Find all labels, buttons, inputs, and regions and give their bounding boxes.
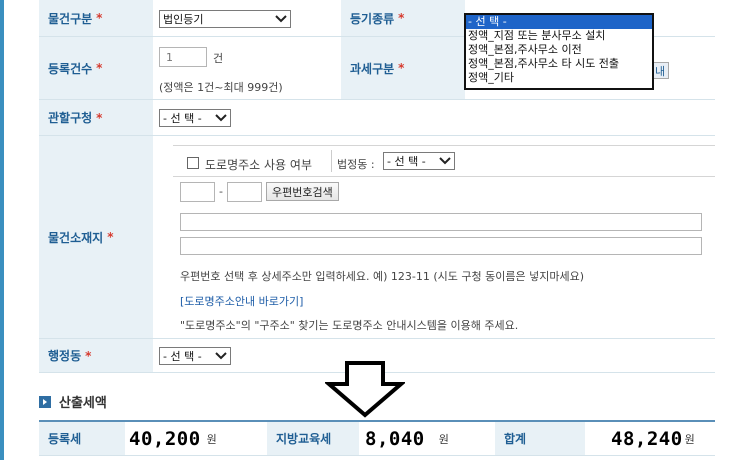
count-unit: 건 [213, 52, 224, 65]
total-value: 48,240 원 [611, 427, 695, 450]
checkbox-divider [331, 150, 332, 172]
registration-type-option[interactable]: - 선 택 - [466, 15, 652, 29]
admin-dong-select[interactable]: - 선 택 - [159, 347, 231, 365]
jurisdiction-select[interactable]: - 선 택 - [159, 109, 231, 127]
tax-result-row: 등록세 40,200 원 지방교육세 8,040 원 합계 48,240 원 [39, 420, 715, 456]
zip-search-button[interactable]: 우편번호검색 [266, 182, 339, 201]
registration-type-option[interactable]: 정액_본점,주사무소 이전 [466, 43, 652, 57]
label-jurisdiction: 관할구청 * [39, 100, 153, 135]
label-property-type: 물건구분 * [39, 0, 153, 36]
label-registration-tax: 등록세 [39, 422, 125, 455]
count-hint: (정액은 1건~최대 999건) [159, 81, 283, 94]
label-admin-dong: 행정동 * [39, 339, 153, 372]
tax-calculator-page: 물건구분 * 법인등기 등기종류 * 등록건수 * 1 건 (정액은 1건~최대 99… [0, 0, 740, 460]
zip-code-second-input[interactable] [227, 182, 262, 202]
road-address-checkbox-label: 도로명주소 사용 여부 [205, 158, 312, 172]
registration-type-dropdown[interactable]: - 선 택 - 정액_지점 또는 분사무소 설치 정액_본점,주사무소 이전 정… [464, 13, 654, 90]
row-jurisdiction: 관할구청 * - 선 택 - [39, 100, 715, 136]
road-address-checkbox[interactable] [187, 157, 199, 169]
label-education-tax: 지방교육세 [267, 422, 359, 455]
zip-dash: - [219, 185, 223, 198]
chevron-down-icon [214, 111, 228, 125]
road-address-note: "도로명주소"의 "구주소" 찾기는 도로명주소 안내시스템을 이용해 주세요. [180, 319, 519, 332]
legal-dong-label: 법정동 : [337, 158, 375, 171]
chevron-down-icon [438, 154, 452, 168]
arrow-right-icon [39, 395, 51, 408]
address-line2-input[interactable] [180, 237, 702, 255]
legal-dong-select[interactable]: - 선 택 - [383, 152, 455, 170]
registration-type-option[interactable]: 정액_지점 또는 분사무소 설치 [466, 29, 652, 43]
label-total: 합계 [495, 422, 585, 455]
address-help-text: 우편번호 선택 후 상세주소만 입력하세요. 예) 123-11 (시도 구청 … [180, 270, 585, 283]
chevron-down-icon [214, 349, 228, 363]
row-location: 물건소재지 * 도로명주소 사용 여부 법정동 : - 선 택 - - 우편번호검… [39, 136, 715, 339]
education-tax-value: 8,040 원 [365, 427, 449, 450]
label-tax-type: 과세구분 * [341, 37, 465, 99]
calc-result-section-title: 산출세액 [39, 392, 107, 411]
road-address-guide-link[interactable]: [도로명주소안내 바로가기] [180, 293, 303, 309]
label-registration-count: 등록건수 * [39, 37, 153, 99]
registration-type-option[interactable]: 정액_기타 [466, 71, 652, 85]
property-type-select[interactable]: 법인등기 [159, 10, 291, 28]
registration-tax-value: 40,200 원 [129, 427, 217, 450]
left-accent-stripe [0, 0, 4, 460]
label-location: 물건소재지 * [39, 136, 153, 338]
chevron-down-icon [274, 12, 288, 26]
label-registration-type: 등기종류 * [341, 0, 465, 36]
down-arrow-annotation-icon [325, 361, 405, 418]
registration-type-option[interactable]: 정액_본점,주사무소 타 시도 전출 [466, 57, 652, 71]
address-line1-input[interactable] [180, 213, 702, 231]
zip-code-first-input[interactable] [180, 182, 215, 202]
registration-count-input[interactable]: 1 [159, 47, 207, 67]
